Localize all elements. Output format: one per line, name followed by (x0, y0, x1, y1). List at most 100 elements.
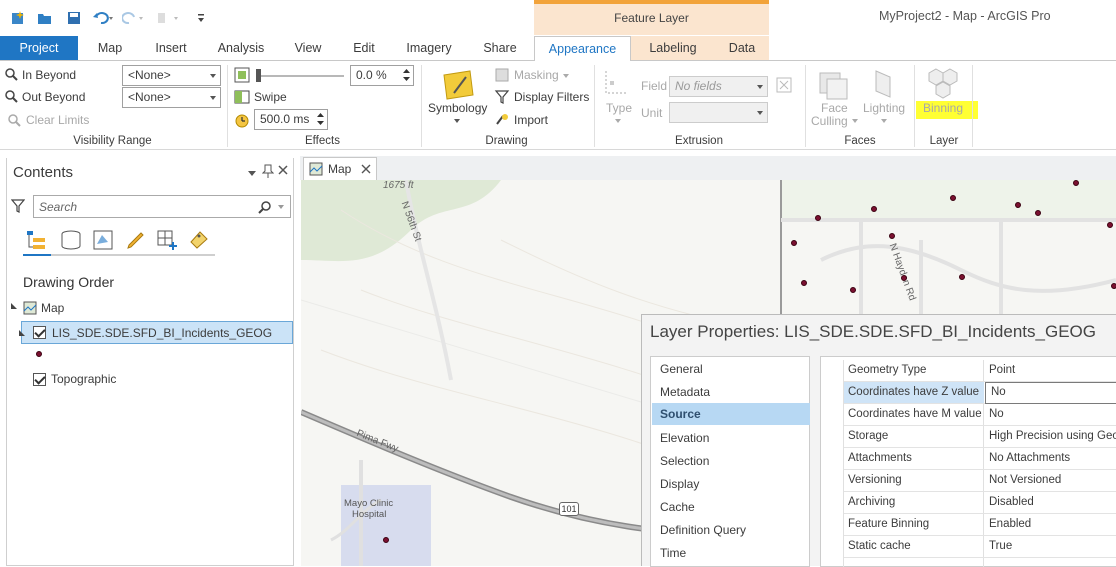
group-separator (227, 65, 228, 147)
list-by-selection-icon[interactable] (91, 228, 115, 252)
open-project-icon[interactable] (37, 10, 53, 26)
import-button[interactable]: Import (514, 113, 548, 127)
incident-point[interactable] (383, 537, 389, 543)
nav-elevation[interactable]: Elevation (652, 427, 810, 449)
incident-point[interactable] (959, 274, 965, 280)
incident-point[interactable] (871, 206, 877, 212)
spinner-icon[interactable] (402, 67, 411, 83)
tab-imagery[interactable]: Imagery (398, 36, 460, 60)
property-key: Feature Binning (848, 518, 930, 530)
tab-view[interactable]: View (286, 36, 330, 60)
layer-properties-dialog: Layer Properties: LIS_SDE.SDE.SFD_BI_Inc… (641, 314, 1116, 567)
extrusion-type-button[interactable]: Type (606, 101, 632, 115)
list-by-snapping-icon[interactable] (155, 228, 179, 252)
search-icon[interactable] (258, 200, 272, 214)
redo-icon[interactable] (122, 10, 144, 26)
masking-button[interactable]: Masking (514, 68, 559, 82)
extrusion-field-combo[interactable]: No fields (669, 76, 768, 97)
symbology-button[interactable]: Symbology (428, 101, 487, 115)
search-input[interactable]: Search (33, 195, 291, 218)
extrusion-unit-combo[interactable] (669, 102, 768, 123)
tab-data[interactable]: Data (720, 36, 764, 60)
expand-arrow-icon[interactable] (11, 303, 17, 309)
filter-icon[interactable] (11, 198, 25, 214)
nav-display[interactable]: Display (652, 473, 810, 495)
nav-selection[interactable]: Selection (652, 450, 810, 472)
tab-project[interactable]: Project (0, 36, 78, 60)
customize-quick-access-icon[interactable] (195, 10, 207, 26)
incident-point[interactable] (1073, 180, 1079, 186)
expression-icon[interactable] (776, 77, 792, 93)
tab-edit[interactable]: Edit (345, 36, 383, 60)
tab-share[interactable]: Share (474, 36, 526, 60)
drawing-group-label: Drawing (485, 135, 528, 147)
out-beyond-combo[interactable]: <None> (122, 87, 221, 108)
incident-point[interactable] (1015, 202, 1021, 208)
swipe-button[interactable]: Swipe (254, 90, 287, 104)
close-icon[interactable] (361, 164, 371, 174)
list-by-editing-icon[interactable] (123, 228, 147, 252)
symbology-icon[interactable] (440, 67, 476, 101)
incident-point[interactable] (815, 215, 821, 221)
property-row: Coordinates have Z value No (844, 382, 1116, 404)
property-key: Archiving (848, 496, 896, 508)
incident-point[interactable] (901, 275, 907, 281)
incident-point[interactable] (889, 233, 895, 239)
nav-general[interactable]: General (652, 358, 810, 380)
nav-metadata[interactable]: Metadata (652, 381, 810, 403)
poi-label-line1: Mayo Clinic (344, 498, 394, 509)
nav-definition-query[interactable]: Definition Query (652, 519, 810, 541)
effects-group-label: Effects (305, 135, 340, 147)
map-tree-item[interactable]: Map (41, 301, 64, 315)
new-project-icon[interactable] (10, 10, 26, 26)
pane-menu-icon[interactable] (248, 171, 256, 176)
layer-visibility-checkbox[interactable] (33, 326, 46, 339)
lighting-button[interactable]: Lighting (863, 101, 905, 115)
nav-time[interactable]: Time (652, 542, 810, 564)
tab-map[interactable]: Map (88, 36, 132, 60)
incident-point[interactable] (950, 195, 956, 201)
transparency-slider[interactable] (256, 75, 344, 77)
binning-button[interactable]: Binning (923, 101, 963, 115)
incident-point[interactable] (801, 280, 807, 286)
nav-icon[interactable] (155, 10, 181, 26)
incident-point[interactable] (850, 287, 856, 293)
expand-arrow-icon[interactable] (19, 330, 25, 336)
incident-point[interactable] (791, 240, 797, 246)
tab-analysis[interactable]: Analysis (210, 36, 272, 60)
in-beyond-combo[interactable]: <None> (122, 65, 221, 86)
group-separator (914, 65, 915, 147)
list-by-drawing-order-icon[interactable] (25, 228, 49, 252)
property-value: No Attachments (989, 452, 1071, 464)
clear-limits-button[interactable]: Clear Limits (26, 113, 89, 127)
nav-source[interactable]: Source (652, 403, 810, 425)
property-key: Attachments (848, 452, 912, 464)
list-by-labeling-icon[interactable] (187, 228, 211, 252)
transparency-slider-thumb[interactable] (256, 69, 261, 82)
incident-point[interactable] (1035, 210, 1041, 216)
tab-labeling[interactable]: Labeling (640, 36, 706, 60)
filter-icon (494, 90, 510, 104)
incident-point[interactable] (1107, 222, 1113, 228)
property-row: Versioning Not Versioned (844, 470, 1116, 492)
incident-point[interactable] (1111, 283, 1116, 289)
undo-icon[interactable] (92, 10, 114, 26)
tab-appearance[interactable]: Appearance (534, 36, 631, 61)
basemap-visibility-checkbox[interactable] (33, 373, 46, 386)
save-project-icon[interactable] (66, 10, 82, 26)
spinner-icon[interactable] (316, 111, 325, 127)
chevron-down-icon[interactable] (278, 205, 284, 209)
pin-icon[interactable] (262, 164, 274, 178)
face-culling-label-1[interactable]: Face (821, 101, 848, 115)
display-filters-button[interactable]: Display Filters (514, 90, 589, 104)
layer-tree-item[interactable]: LIS_SDE.SDE.SFD_BI_Incidents_GEOG (21, 321, 293, 344)
swipe-icon (234, 90, 250, 104)
basemap-tree-item[interactable]: Topographic (51, 372, 116, 386)
nav-cache[interactable]: Cache (652, 496, 810, 518)
map-view-tab[interactable]: Map (303, 157, 377, 180)
tab-insert[interactable]: Insert (148, 36, 194, 60)
list-by-data-source-icon[interactable] (59, 228, 83, 252)
property-key: Storage (848, 430, 889, 442)
face-culling-label-2[interactable]: Culling (811, 114, 848, 128)
close-icon[interactable] (277, 164, 289, 176)
